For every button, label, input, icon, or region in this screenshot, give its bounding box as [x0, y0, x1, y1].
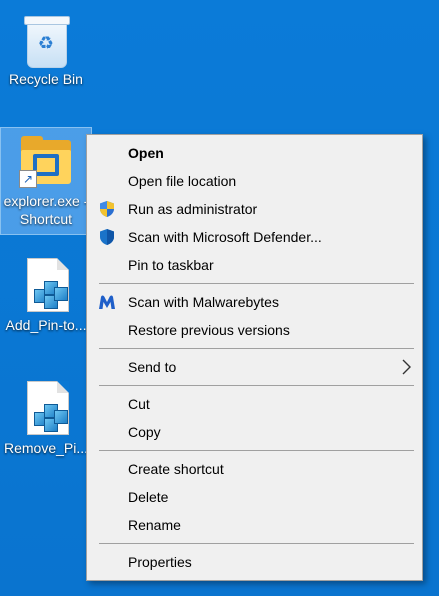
- menu-item-rename[interactable]: Rename: [87, 511, 422, 539]
- desktop-icon-label: Remove_Pi...: [3, 440, 89, 456]
- menu-separator: [99, 283, 414, 284]
- menu-item-label: Copy: [128, 424, 161, 440]
- uac-shield-icon: [98, 200, 116, 218]
- menu-item-scan-defender[interactable]: Scan with Microsoft Defender...: [87, 223, 422, 251]
- menu-item-cut[interactable]: Cut: [87, 390, 422, 418]
- defender-shield-icon: [98, 228, 116, 246]
- menu-item-pin-to-taskbar[interactable]: Pin to taskbar: [87, 251, 422, 279]
- desktop-icon-label: Add_Pin-to...: [5, 317, 87, 333]
- menu-separator: [99, 543, 414, 544]
- registry-file-icon: [17, 379, 75, 437]
- menu-item-scan-malwarebytes[interactable]: Scan with Malwarebytes: [87, 288, 422, 316]
- menu-item-label: Rename: [128, 517, 181, 533]
- menu-item-label: Run as administrator: [128, 201, 258, 217]
- menu-item-label: Scan with Microsoft Defender...: [128, 229, 322, 245]
- desktop: ♻ Recycle Bin ↗ explorer.exe - Shortcut: [0, 0, 439, 596]
- menu-separator: [99, 450, 414, 451]
- malwarebytes-icon: [98, 293, 116, 311]
- menu-item-label: Cut: [128, 396, 150, 412]
- menu-item-create-shortcut[interactable]: Create shortcut: [87, 455, 422, 483]
- menu-separator: [99, 348, 414, 349]
- menu-item-properties[interactable]: Properties: [87, 548, 422, 576]
- menu-item-label: Open: [128, 145, 164, 161]
- menu-item-label: Create shortcut: [128, 461, 224, 477]
- desktop-icon-remove-pin[interactable]: Remove_Pi...: [1, 375, 91, 457]
- menu-item-label: Send to: [128, 359, 177, 375]
- desktop-icon-recycle-bin[interactable]: ♻ Recycle Bin: [1, 6, 91, 88]
- recycle-bin-icon: ♻: [17, 10, 75, 68]
- folder-shortcut-icon: ↗: [17, 132, 75, 190]
- menu-item-run-as-administrator[interactable]: Run as administrator: [87, 195, 422, 223]
- menu-item-label: Properties: [128, 554, 192, 570]
- menu-item-restore-previous-versions[interactable]: Restore previous versions: [87, 316, 422, 344]
- menu-item-label: Open file location: [128, 173, 237, 189]
- context-menu: Open Open file location Run as administr…: [86, 134, 423, 581]
- menu-item-send-to[interactable]: Send to: [87, 353, 422, 381]
- desktop-icon-explorer-shortcut[interactable]: ↗ explorer.exe - Shortcut: [0, 127, 92, 235]
- menu-item-open[interactable]: Open: [87, 139, 422, 167]
- menu-item-label: Pin to taskbar: [128, 257, 214, 273]
- registry-file-icon: [17, 256, 75, 314]
- menu-item-label: Restore previous versions: [128, 322, 290, 338]
- chevron-right-icon: [400, 359, 412, 375]
- shortcut-arrow-icon: ↗: [19, 170, 37, 188]
- menu-item-open-file-location[interactable]: Open file location: [87, 167, 422, 195]
- menu-separator: [99, 385, 414, 386]
- menu-item-copy[interactable]: Copy: [87, 418, 422, 446]
- menu-item-label: Delete: [128, 489, 169, 505]
- desktop-icon-add-pin[interactable]: Add_Pin-to...: [1, 252, 91, 334]
- desktop-icon-label: Recycle Bin: [9, 71, 83, 87]
- menu-item-label: Scan with Malwarebytes: [128, 294, 279, 310]
- desktop-icon-label: explorer.exe - Shortcut: [3, 193, 89, 227]
- menu-item-delete[interactable]: Delete: [87, 483, 422, 511]
